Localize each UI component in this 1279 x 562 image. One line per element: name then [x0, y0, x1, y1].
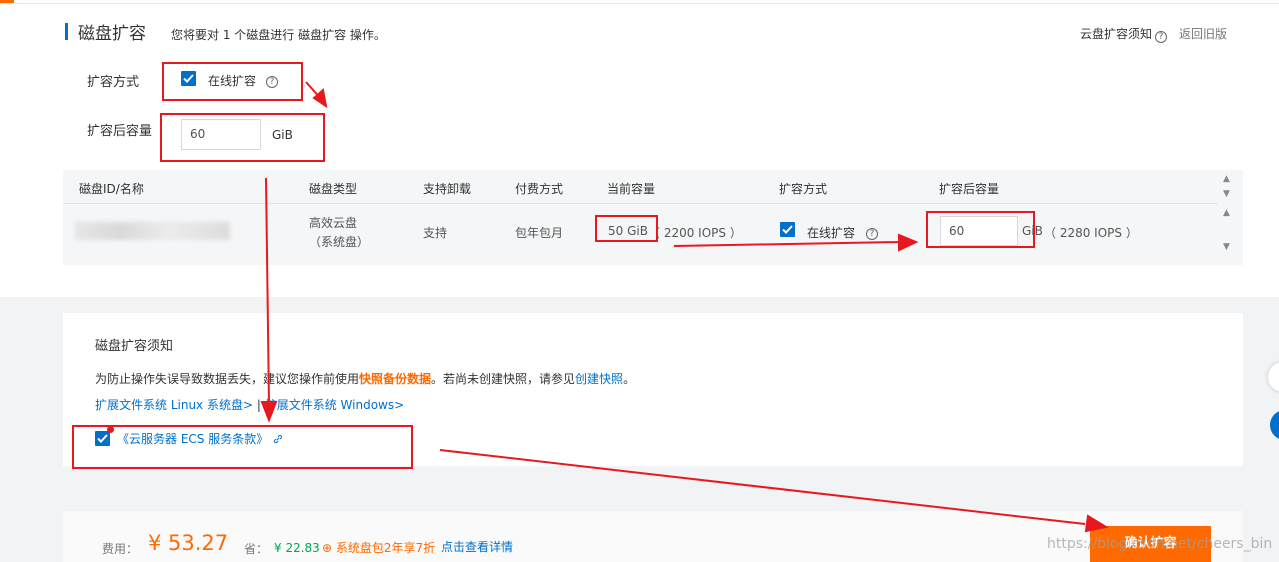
disk-type-note: （系统盘）: [309, 235, 370, 249]
old-version-link[interactable]: 返回旧版: [1179, 25, 1227, 42]
discount-icon: ⊕: [322, 541, 333, 555]
linux-link[interactable]: 扩展文件系统 Linux 系统盘>: [95, 398, 253, 412]
promo-text: ⊕ 系统盘包2年享7折: [322, 539, 435, 556]
row-method-label: 在线扩容: [807, 226, 856, 240]
capacity-label: 扩容后容量: [87, 124, 153, 139]
help-icon: ?: [1155, 31, 1168, 43]
filesystem-links: 扩展文件系统 Linux 系统盘> | 扩展文件系统 Windows>: [95, 396, 404, 413]
row-scroll-up-icon[interactable]: ▲: [1223, 208, 1230, 218]
side-float-button-blue[interactable]: [1270, 410, 1279, 440]
notice-title: 磁盘扩容须知: [95, 339, 174, 354]
annotation-box-current: [595, 215, 658, 242]
windows-link[interactable]: 扩展文件系统 Windows>: [265, 398, 404, 412]
row-online-expand-checkbox[interactable]: [780, 222, 795, 237]
current-iops-value: （ 2200 IOPS ）: [648, 226, 742, 240]
table-header-divider: [63, 203, 1218, 204]
fee-label: 费用：: [102, 542, 139, 556]
create-snapshot-link[interactable]: 创建快照: [575, 372, 623, 386]
promo-label: 系统盘包2年享7折: [335, 541, 436, 555]
page-subtitle: 您将要对 1 个磁盘进行 磁盘扩容 操作。: [171, 28, 386, 42]
header-scroll-up-icon[interactable]: ▲: [1223, 174, 1230, 184]
col-disk-type: 磁盘类型: [309, 182, 358, 196]
col-new-capacity: 扩容后容量: [939, 182, 1000, 196]
notice-link-label: 云盘扩容须知: [1080, 27, 1153, 41]
annotation-box-tos: [72, 425, 413, 469]
top-divider: [0, 3, 1279, 4]
save-value: ¥ 22.83: [274, 541, 320, 555]
notice-text: 为防止操作失误导致数据丢失，建议您操作前使用快照备份数据。若尚未创建快照，请参见…: [95, 370, 635, 387]
notice-text-middle: 。若尚未创建快照，请参见: [431, 372, 576, 386]
backup-snapshot-link[interactable]: 快照备份数据: [359, 372, 431, 386]
watermark: https://blog.csdn.net/cheers_bin: [1047, 536, 1273, 552]
title-accent: [65, 23, 68, 40]
col-method: 扩容方式: [779, 182, 828, 196]
save-label: 省：: [244, 542, 269, 556]
detachable-value: 支持: [423, 226, 448, 240]
view-details-link[interactable]: 点击查看详情: [441, 538, 513, 555]
annotation-box-method: [162, 62, 303, 101]
page-title: 磁盘扩容: [78, 24, 146, 44]
disk-type: 高效云盘: [309, 216, 358, 230]
row-scroll-down-icon[interactable]: ▼: [1223, 242, 1230, 252]
row-new-iops: （ 2280 IOPS ）: [1044, 226, 1138, 240]
method-label: 扩容方式: [87, 75, 140, 90]
billing-value: 包年包月: [515, 226, 564, 240]
col-detachable: 支持卸载: [423, 182, 472, 196]
link-separator: |: [256, 398, 261, 412]
notice-text-prefix: 为防止操作失误导致数据丢失，建议您操作前使用: [95, 372, 360, 386]
annotation-box-new: [926, 211, 1035, 248]
row-method-help-icon[interactable]: ?: [866, 224, 878, 240]
expansion-notice-link[interactable]: 云盘扩容须知?: [1080, 25, 1168, 43]
annotation-box-capacity: [160, 113, 325, 162]
check-icon: [782, 225, 793, 234]
header-scroll-down-icon[interactable]: ▼: [1223, 189, 1230, 199]
disk-id-blurred: [75, 222, 230, 240]
notice-text-suffix: 。: [623, 372, 636, 386]
side-float-button[interactable]: [1268, 362, 1279, 392]
col-current-capacity: 当前容量: [607, 182, 656, 196]
col-disk-id: 磁盘ID/名称: [79, 182, 144, 196]
col-billing: 付费方式: [515, 182, 564, 196]
fee-value: ¥ 53.27: [148, 531, 229, 555]
